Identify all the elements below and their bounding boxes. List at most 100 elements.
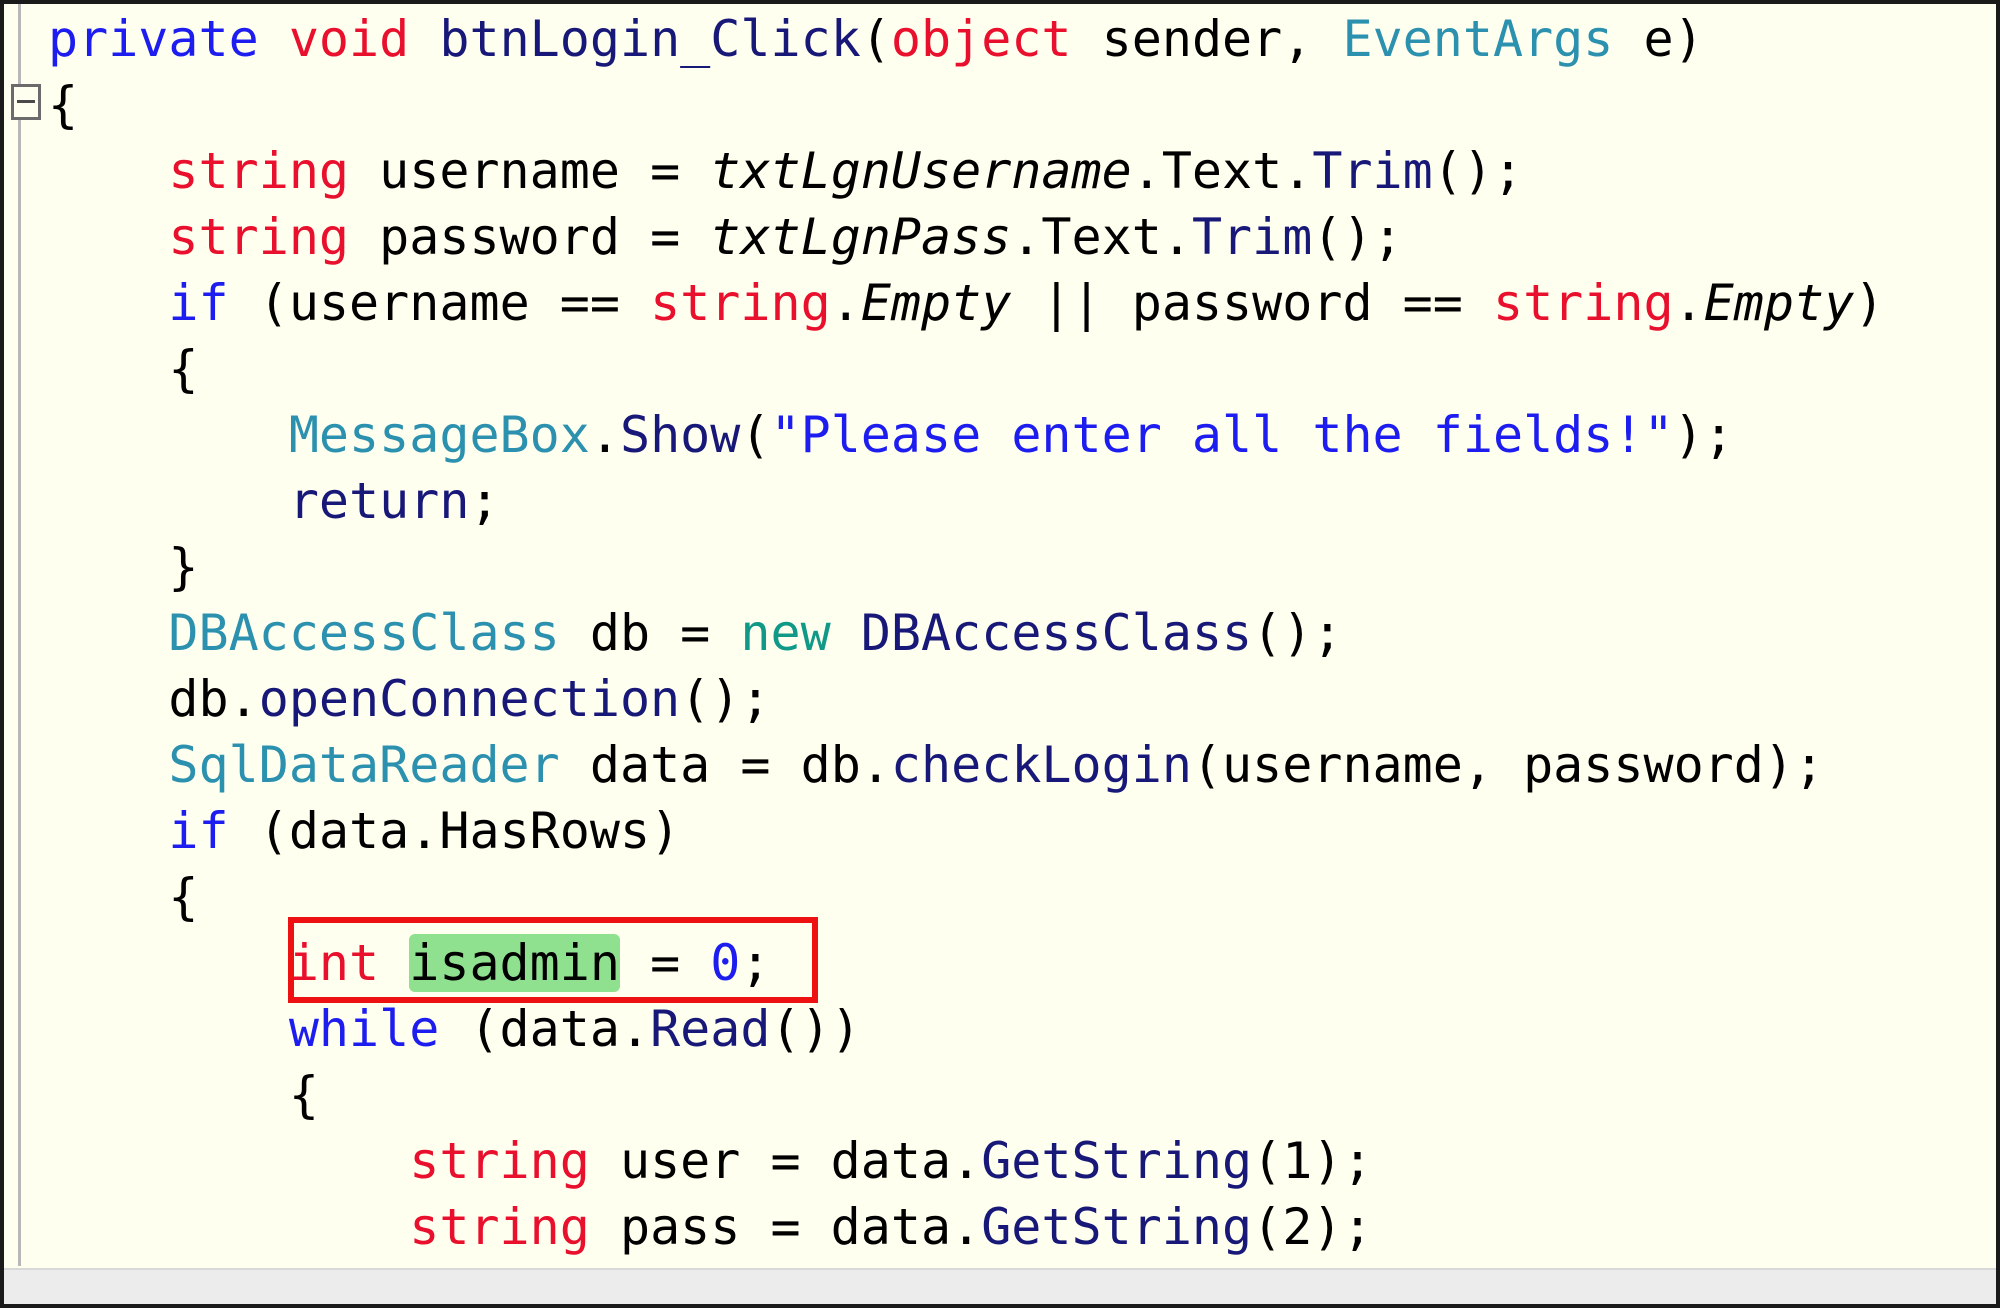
- code-token: if: [168, 802, 229, 860]
- code-line[interactable]: if (username == string.Empty || password…: [48, 270, 1884, 336]
- collapse-icon[interactable]: [11, 84, 41, 120]
- code-line[interactable]: return;: [48, 468, 500, 534]
- code-token: (username ==: [228, 274, 651, 332]
- code-line[interactable]: string user = data.GetString(1);: [48, 1128, 1373, 1194]
- code-token: ()): [770, 1000, 861, 1058]
- code-token: }: [48, 538, 199, 596]
- code-token: object: [890, 10, 1072, 68]
- code-token: void: [288, 10, 410, 68]
- code-token: ();: [1252, 604, 1343, 662]
- code-token: (2);: [1252, 1198, 1373, 1256]
- code-token: ): [1854, 274, 1885, 332]
- code-token: string: [168, 208, 350, 266]
- code-line[interactable]: string pass = data.GetString(2);: [48, 1194, 1373, 1260]
- code-line[interactable]: SqlDataReader data = db.checkLogin(usern…: [48, 732, 1824, 798]
- code-token: btnLogin_Click: [439, 10, 861, 68]
- code-token: Empty: [1703, 274, 1855, 332]
- code-token: pass = data.: [589, 1198, 982, 1256]
- code-token: DBAccessClass: [168, 604, 560, 662]
- code-token: Trim: [1191, 208, 1313, 266]
- code-token: checkLogin: [890, 736, 1192, 794]
- code-token: if: [168, 274, 229, 332]
- code-token: new: [740, 604, 831, 662]
- code-line[interactable]: {: [48, 864, 199, 930]
- code-token: .: [589, 406, 620, 464]
- code-token: db =: [559, 604, 741, 662]
- code-token: GetString: [981, 1198, 1253, 1256]
- code-token: ();: [1312, 208, 1403, 266]
- code-token: string: [409, 1198, 590, 1256]
- code-line[interactable]: {: [48, 336, 199, 402]
- code-token: .: [1673, 274, 1704, 332]
- code-token: (1);: [1252, 1132, 1373, 1190]
- code-token: string: [650, 274, 831, 332]
- code-token: "Please enter all the fields!": [770, 406, 1674, 464]
- code-token: EventArgs: [1342, 10, 1614, 68]
- code-line[interactable]: {: [48, 72, 78, 138]
- code-line[interactable]: while (data.Read()): [48, 996, 861, 1062]
- code-token: txtLgnUsername: [710, 142, 1132, 200]
- code-token: {: [48, 340, 199, 398]
- code-token: openConnection: [258, 670, 681, 728]
- code-token: txtLgnPass: [710, 208, 1012, 266]
- code-token: {: [48, 76, 79, 134]
- code-token: db.: [48, 670, 259, 728]
- code-token: ;: [469, 472, 500, 530]
- horizontal-scrollbar[interactable]: [4, 1268, 1996, 1304]
- code-line[interactable]: db.openConnection();: [48, 666, 770, 732]
- code-token: .Text.: [1011, 208, 1192, 266]
- code-token: string: [1492, 274, 1674, 332]
- code-token: private: [48, 10, 259, 68]
- code-token: (: [860, 10, 891, 68]
- code-token: user = data.: [589, 1132, 982, 1190]
- code-token: ();: [680, 670, 771, 728]
- code-token: || password ==: [1011, 274, 1493, 332]
- code-token: {: [48, 1066, 319, 1124]
- code-token: Show: [619, 406, 741, 464]
- code-line[interactable]: }: [48, 534, 199, 600]
- code-token: string: [409, 1132, 590, 1190]
- code-line[interactable]: MessageBox.Show("Please enter all the fi…: [48, 402, 1734, 468]
- code-token: return: [288, 472, 470, 530]
- code-line[interactable]: {: [48, 1062, 319, 1128]
- code-token: username =: [349, 142, 711, 200]
- code-token: MessageBox: [288, 406, 590, 464]
- code-line[interactable]: if (data.HasRows): [48, 798, 680, 864]
- code-token: {: [48, 868, 199, 926]
- code-editor[interactable]: private void btnLogin_Click(object sende…: [0, 0, 2000, 1308]
- code-line[interactable]: string password = txtLgnPass.Text.Trim()…: [48, 204, 1403, 270]
- code-token: data = db.: [559, 736, 891, 794]
- code-token: Read: [650, 1000, 771, 1058]
- code-token: password =: [349, 208, 711, 266]
- code-token: );: [1673, 406, 1734, 464]
- code-token: (data.HasRows): [228, 802, 681, 860]
- code-token: GetString: [981, 1132, 1253, 1190]
- code-token: string: [168, 142, 350, 200]
- code-token: .: [830, 274, 861, 332]
- code-token: (data.: [439, 1000, 651, 1058]
- code-token: e): [1613, 10, 1704, 68]
- code-token: SqlDataReader: [168, 736, 560, 794]
- code-token: .Text.: [1131, 142, 1313, 200]
- code-token: Empty: [860, 274, 1012, 332]
- code-token: while: [288, 1000, 440, 1058]
- code-line[interactable]: string username = txtLgnUsername.Text.Tr…: [48, 138, 1523, 204]
- code-token: DBAccessClass: [860, 604, 1253, 662]
- code-line[interactable]: DBAccessClass db = new DBAccessClass();: [48, 600, 1342, 666]
- code-token: Trim: [1312, 142, 1433, 200]
- code-line[interactable]: private void btnLogin_Click(object sende…: [48, 6, 1704, 72]
